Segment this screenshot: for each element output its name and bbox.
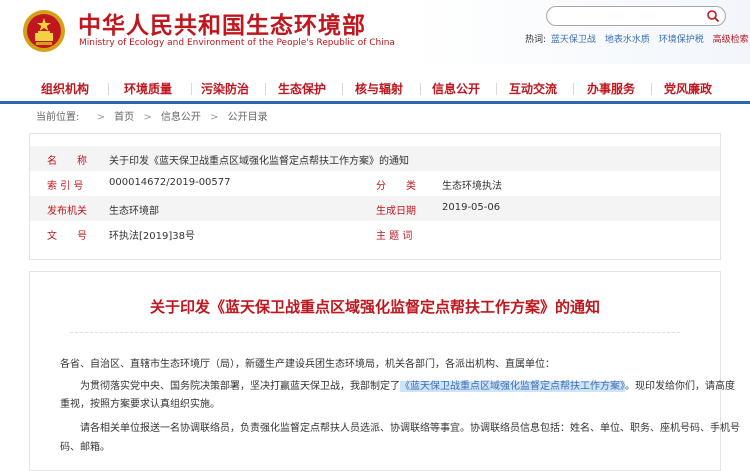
meta-row-issuer: 发布机关 生态环境部 生成日期 2019-05-06 xyxy=(30,196,720,221)
article-divider xyxy=(70,332,680,333)
national-emblem-icon[interactable] xyxy=(22,9,66,53)
meta-row-index: 索 引 号 000014672/2019-00577 分 类 生态环境执法 xyxy=(30,171,720,196)
breadcrumb: 当前位置: > 首页 > 信息公开 > 公开目录 xyxy=(36,112,268,123)
hot-term-link[interactable]: 地表水水质 xyxy=(605,35,650,45)
meta-value-issuer: 生态环境部 xyxy=(109,206,159,217)
site-title[interactable]: 中华人民共和国生态环境部 xyxy=(78,6,366,40)
hot-term-link[interactable]: 环境保护税 xyxy=(659,35,704,45)
nav-divider xyxy=(191,83,192,95)
article-paragraph: 各省、自治区、直辖市生态环境厅（局），新疆生产建设兵团生态环境局，机关各部门，各… xyxy=(60,359,555,370)
hot-search-label: 热词: xyxy=(525,35,547,45)
hot-search-links: 热词: 蓝天保卫战 地表水水质 环境保护税 高级检索 xyxy=(525,32,750,45)
article-text: 为贯彻落实党中央、国务院决策部署，坚决打赢蓝天保卫战，我部制定了 xyxy=(80,381,400,392)
nav-divider xyxy=(573,83,574,95)
article-paragraph: 请各相关单位报送一名协调联络员，负责强化监督定点帮扶人员选派、协调联络等事宜。协… xyxy=(80,423,740,434)
nav-item-pollution-control[interactable]: 污染防治 xyxy=(201,80,249,97)
article-container: 关于印发《蓝天保卫战重点区域强化监督定点帮扶工作方案》的通知 各省、自治区、直辖… xyxy=(29,271,740,471)
search-icon[interactable] xyxy=(706,9,720,23)
nav-item-nuclear-radiation[interactable]: 核与辐射 xyxy=(355,80,403,97)
main-nav: 组织机构 环境质量 污染防治 生态保护 核与辐射 信息公开 互动交流 办事服务 … xyxy=(0,74,750,102)
meta-label-category: 分 类 xyxy=(376,181,416,192)
breadcrumb-label: 当前位置: xyxy=(36,112,80,123)
meta-value-date: 2019-05-06 xyxy=(442,202,501,213)
nav-item-interaction[interactable]: 互动交流 xyxy=(509,80,557,97)
meta-value-name: 关于印发《蓝天保卫战重点区域强化监督定点帮扶工作方案》的通知 xyxy=(109,156,409,167)
nav-item-services[interactable]: 办事服务 xyxy=(587,80,635,97)
nav-divider xyxy=(420,83,421,95)
meta-label-name: 名 称 xyxy=(47,156,87,167)
meta-value-docno: 环执法[2019]38号 xyxy=(109,231,195,242)
nav-underline xyxy=(0,101,750,104)
search-input[interactable] xyxy=(555,9,705,23)
nav-item-party-integrity[interactable]: 党风廉政 xyxy=(664,80,712,97)
article-paragraph: 码、邮箱。 xyxy=(60,442,110,453)
document-metadata-table: 名 称 关于印发《蓝天保卫战重点区域强化监督定点帮扶工作方案》的通知 索 引 号… xyxy=(29,133,721,260)
nav-divider xyxy=(342,83,343,95)
article-paragraph: 为贯彻落实党中央、国务院决策部署，坚决打赢蓝天保卫战，我部制定了《蓝天保卫战重点… xyxy=(80,377,735,392)
nav-item-ecological-protection[interactable]: 生态保护 xyxy=(278,80,326,97)
meta-value-category: 生态环境执法 xyxy=(442,181,502,192)
site-header: 中华人民共和国生态环境部 Ministry of Ecology and Env… xyxy=(0,0,750,64)
meta-label-date: 生成日期 xyxy=(376,206,416,217)
article-title: 关于印发《蓝天保卫战重点区域强化监督定点帮扶工作方案》的通知 xyxy=(149,298,600,316)
article-text: 。现印发给你们，请高度 xyxy=(625,381,735,392)
meta-label-issuer: 发布机关 xyxy=(47,206,87,217)
nav-divider xyxy=(496,83,497,95)
meta-label-index: 索 引 号 xyxy=(47,181,84,192)
breadcrumb-home[interactable]: 首页 xyxy=(114,112,134,123)
meta-label-keywords: 主 题 词 xyxy=(376,231,413,242)
nav-divider xyxy=(108,83,109,95)
nav-item-environment-quality[interactable]: 环境质量 xyxy=(124,80,172,97)
nav-divider xyxy=(651,83,652,95)
document-link[interactable]: 《蓝天保卫战重点区域强化监督定点帮扶工作方案》 xyxy=(400,381,625,392)
hot-term-link[interactable]: 蓝天保卫战 xyxy=(551,35,596,45)
nav-item-info-disclosure[interactable]: 信息公开 xyxy=(432,80,480,97)
breadcrumb-info-disclosure[interactable]: 信息公开 xyxy=(161,112,201,123)
nav-divider xyxy=(265,83,266,95)
meta-label-docno: 文 号 xyxy=(47,231,87,242)
site-subtitle: Ministry of Ecology and Environment of t… xyxy=(79,38,395,48)
nav-item-organization[interactable]: 组织机构 xyxy=(41,80,89,97)
advanced-search-link[interactable]: 高级检索 xyxy=(713,35,749,45)
breadcrumb-catalog[interactable]: 公开目录 xyxy=(228,112,268,123)
article-paragraph: 重视，按照方案要求认真组织实施。 xyxy=(60,399,220,410)
search-box[interactable] xyxy=(546,6,726,26)
meta-row-name: 名 称 关于印发《蓝天保卫战重点区域强化监督定点帮扶工作方案》的通知 xyxy=(30,146,720,171)
meta-row-docno: 文 号 环执法[2019]38号 主 题 词 xyxy=(30,221,720,246)
meta-value-index: 000014672/2019-00577 xyxy=(109,177,231,188)
